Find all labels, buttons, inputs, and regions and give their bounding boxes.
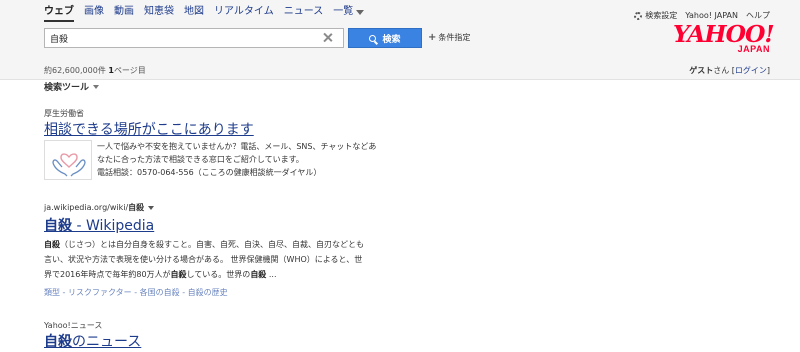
search-input[interactable] [45, 29, 315, 47]
plus-icon: + [428, 32, 437, 43]
tab-map[interactable]: 地図 [184, 6, 204, 18]
login-link[interactable]: ログイン [735, 66, 767, 75]
chevron-down-icon [356, 9, 365, 15]
result1-title-link[interactable]: 相談できる場所がここにあります [44, 119, 254, 139]
guest-name: ゲスト [689, 66, 714, 75]
tab-chiebukuro[interactable]: 知恵袋 [144, 6, 174, 18]
clear-icon[interactable] [321, 31, 335, 45]
search-button[interactable]: 検索 [348, 28, 422, 48]
active-tab-underline [44, 20, 74, 22]
result1-phone: 電話相談：0570-064-556（こころの健康相談統一ダイヤル） [97, 168, 322, 177]
condition-label: 条件指定 [438, 33, 471, 42]
search-tools-label: 検索ツール [44, 83, 90, 93]
result2-l1-bold: 自殺 [44, 240, 60, 249]
sublink-history[interactable]: 自殺の歴史 [188, 288, 228, 297]
logo-sub-text: JAPAN [737, 44, 770, 54]
result3-title-link[interactable]: 自殺のニュース [44, 331, 141, 351]
result3-source: Yahoo!ニュース [44, 321, 103, 330]
search-box [44, 28, 344, 48]
help-link[interactable]: ヘルプ [746, 10, 770, 21]
yahoo-japan-link[interactable]: Yahoo! JAPAN [685, 11, 738, 20]
sublink-sep: - [60, 288, 68, 297]
result2-l3-b: している。世界の [186, 270, 251, 279]
tab-images[interactable]: 画像 [84, 6, 104, 18]
result-count: 約62,600,000件 1ページ目 [44, 65, 146, 76]
yahoo-logo[interactable]: YAHOO! JAPAN [673, 21, 775, 56]
result2-title-rest: - Wikipedia [72, 218, 155, 234]
chevron-down-icon [93, 84, 100, 89]
result2-l1-rest: （じさつ）とは自分自身を殺すこと。自害、自死、自決、自尽、自裁、自刃などとも [60, 240, 364, 249]
result1-snippet: 一人で悩みや不安を抱えていませんか？電話、メール、SNS、チャットなどあ なたに… [97, 140, 437, 166]
logo-main-text: YAHOO! [673, 21, 775, 48]
sublink-types[interactable]: 類型 [44, 288, 60, 297]
tab-video[interactable]: 動画 [114, 6, 134, 18]
count-suffix: 件 [97, 66, 106, 75]
result2-l3-c: ... [266, 270, 277, 279]
page-suffix: ページ目 [113, 66, 146, 75]
result2-url-prefix: ja.wikipedia.org/wiki/ [44, 203, 129, 212]
result2-url-bold: 自殺 [128, 203, 145, 212]
result2-l3-bold2: 自殺 [250, 270, 267, 279]
result2-sublinks: 類型 - リスクファクター - 各国の自殺 - 自殺の歴史 [44, 287, 228, 298]
vertical-tabs: ウェブ 画像 動画 知恵袋 地図 リアルタイム ニュース 一覧 [44, 6, 374, 18]
result2-snippet: 自殺（じさつ）とは自分自身を殺すこと。自害、自死、自決、自尽、自裁、自刃などとも… [44, 237, 436, 282]
result1-line2: なたに合った方法で相談できる窓口をご紹介しています。 [97, 155, 304, 164]
result2-line2: 言い、状況や方法で表現を使い分ける場合がある。 世界保健機関（WHO）によると、… [44, 255, 363, 264]
result2-url: ja.wikipedia.org/wiki/自殺 [44, 202, 155, 213]
count-value: 62,600,000 [52, 66, 98, 75]
result2-line1: 自殺（じさつ）とは自分自身を殺すこと。自害、自死、自決、自尽、自裁、自刃などとも [44, 237, 436, 252]
count-prefix: 約 [44, 66, 52, 75]
guest-honorific: さん [713, 66, 730, 75]
bracket-close: ] [766, 66, 770, 75]
search-settings-link[interactable]: 検索設定 [634, 10, 677, 21]
tab-more[interactable]: 一覧 [333, 6, 365, 18]
result1-line1: 一人で悩みや不安を抱えていませんか？電話、メール、SNS、チャットなどあ [97, 142, 377, 151]
gear-icon [634, 11, 643, 20]
result1-source: 厚生労働省 [44, 109, 84, 118]
condition-link[interactable]: + 条件指定 [428, 32, 470, 43]
sublink-sep: - [131, 288, 140, 297]
result2-line3: 界で2016年時点で毎年約80万人が自殺している。世界の自殺 ... [44, 267, 436, 282]
search-icon [369, 34, 377, 42]
result3-title-rest: のニュース [72, 334, 142, 350]
result2-l3-bold1: 自殺 [170, 270, 187, 279]
tab-realtime[interactable]: リアルタイム [214, 6, 274, 18]
search-button-label: 検索 [382, 34, 401, 45]
chevron-down-icon[interactable] [148, 205, 155, 210]
search-settings-label: 検索設定 [645, 11, 678, 20]
result2-title-link[interactable]: 自殺 - Wikipedia [44, 215, 154, 235]
tab-more-label: 一覧 [333, 6, 354, 17]
sublink-risk-factors[interactable]: リスクファクター [68, 288, 132, 297]
sublink-sep: - [179, 288, 188, 297]
top-links: 検索設定 Yahoo! JAPAN ヘルプ [626, 10, 770, 21]
result3-title-bold: 自殺 [44, 334, 72, 350]
guest-status: ゲストさん [ログイン] [689, 65, 770, 76]
search-tools-toggle[interactable]: 検索ツール [44, 80, 100, 93]
result2-title-bold: 自殺 [44, 218, 72, 234]
header: ウェブ 画像 動画 知恵袋 地図 リアルタイム ニュース 一覧 検索設定 Yah… [0, 0, 800, 80]
sublink-by-country[interactable]: 各国の自殺 [140, 288, 180, 297]
result2-l3-a: 界で2016年時点で毎年約80万人が [44, 270, 171, 279]
tab-web[interactable]: ウェブ [44, 6, 74, 18]
hands-heart-icon [44, 140, 92, 180]
tab-news[interactable]: ニュース [284, 6, 324, 18]
